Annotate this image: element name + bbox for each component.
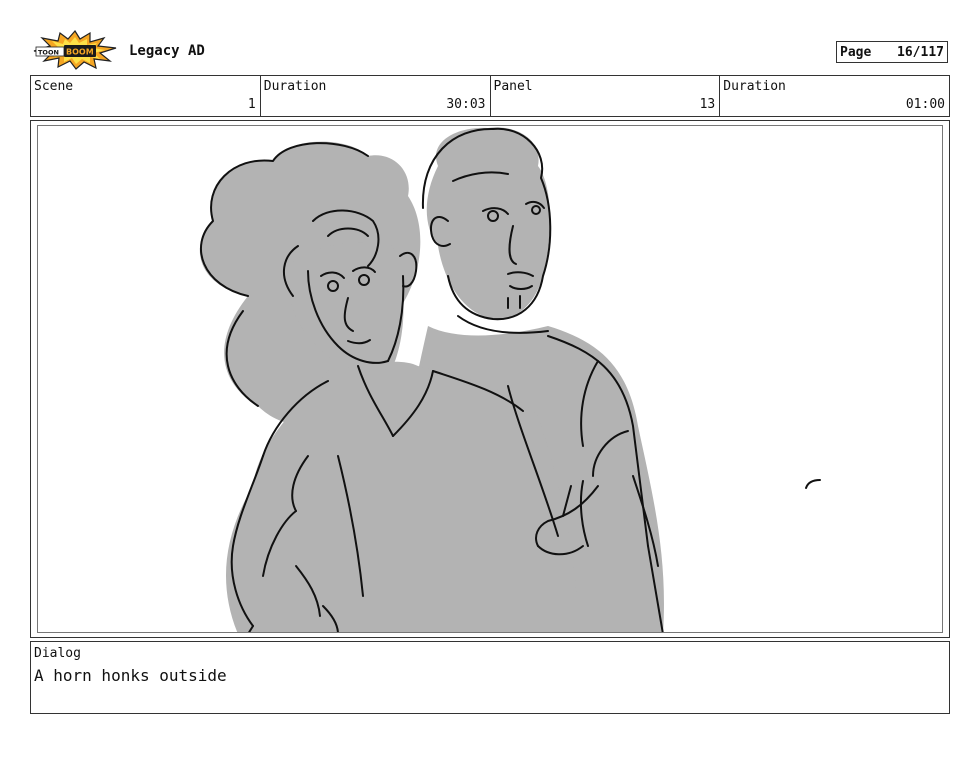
project-title: Legacy AD	[129, 43, 205, 59]
panel-value: 13	[699, 97, 716, 112]
page-label: Page	[840, 44, 872, 60]
dialog-label: Dialog	[34, 646, 81, 661]
toon-boom-logo: TOON BOOM	[32, 29, 118, 70]
panel-info-row: Scene 1 Duration 30:03 Panel 13 Duration…	[30, 75, 950, 117]
scene-duration-cell: Duration 30:03	[261, 76, 491, 116]
scene-label: Scene	[34, 79, 74, 94]
page-indicator: Page 16/117	[836, 41, 948, 63]
page-number: 16/117	[897, 44, 944, 60]
panel-label: Panel	[493, 79, 533, 94]
scene-value: 1	[247, 97, 256, 112]
panel-duration-value: 01:00	[905, 97, 945, 112]
svg-text:TOON: TOON	[38, 49, 59, 57]
logo-lettering: TOON BOOM	[38, 48, 94, 57]
svg-text:BOOM: BOOM	[66, 48, 94, 57]
storyboard-panel	[37, 125, 943, 633]
panel-duration-cell: Duration 01:00	[720, 76, 949, 116]
scene-cell: Scene 1	[31, 76, 261, 116]
panel-cell: Panel 13	[491, 76, 721, 116]
dialog-box: Dialog A horn honks outside	[30, 641, 950, 714]
storyboard-drawing	[199, 127, 821, 632]
scene-duration-label: Duration	[263, 79, 327, 94]
panel-duration-label: Duration	[723, 79, 786, 94]
dialog-text: A horn honks outside	[34, 666, 227, 685]
scene-duration-value: 30:03	[446, 97, 486, 112]
